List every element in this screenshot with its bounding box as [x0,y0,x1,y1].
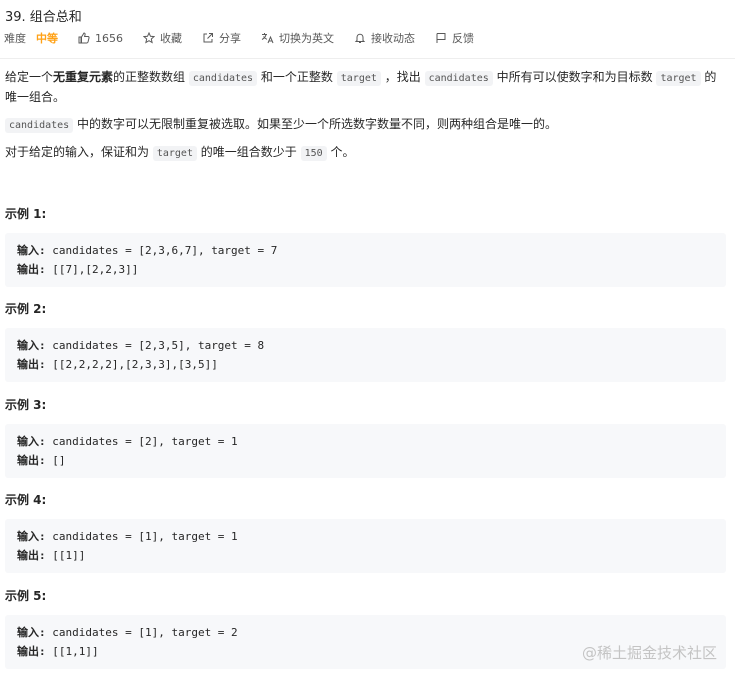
example-block: 输入: candidates = [1], target = 1 输出: [[1… [5,519,726,573]
switch-language-button[interactable]: 切换为英文 [261,30,334,46]
example-output: [[7],[2,2,3]] [45,263,139,276]
inline-code: target [336,71,381,86]
input-label: 输入: [17,530,46,543]
inline-code: candidates [5,118,74,133]
desc-text: 的唯一组合数少于 [200,145,297,159]
inline-code: target [152,146,197,161]
problem-meta-bar: 难度 中等 1656 收藏 分享 切换为英文 接收动态 反馈 [4,30,494,46]
example-title: 示例 2: [5,302,47,316]
example-input: candidates = [2,3,6,7], target = 7 [45,244,278,257]
desc-text: 和一个正整数 [260,70,333,84]
favorite-button[interactable]: 收藏 [143,30,182,46]
example-output: [] [45,454,66,467]
translate-icon [261,33,274,44]
inline-code: candidates [424,71,493,86]
watermark: @稀土掘金技术社区 [581,644,717,662]
thumbs-up-icon [78,32,90,44]
header-divider [0,58,735,59]
input-label: 输入: [17,339,46,352]
example-title: 示例 3: [5,398,47,412]
example-input: candidates = [2,3,5], target = 8 [45,339,265,352]
share-icon [203,33,213,43]
desc-text: 给定一个 [5,70,54,84]
description-paragraph-3: 对于给定的输入，保证和为 target 的唯一组合数少于 150 个。 [5,143,727,163]
problem-title: 39. 组合总和 [5,10,82,25]
switch-language-label: 切换为英文 [279,32,334,45]
inline-code: candidates [188,71,258,86]
input-label: 输入: [17,435,46,448]
description-paragraph-1: 给定一个无重复元素的正整数数组 candidates 和一个正整数 target… [5,68,727,107]
example-input: candidates = [2], target = 1 [45,435,238,448]
example-title: 示例 5: [5,589,47,603]
output-label: 输出: [17,549,46,562]
desc-text: 的正整数数组 [113,70,186,84]
desc-text: 中的数字可以无限制重复被选取。如果至少一个所选数字数量不同，则两种组合是唯一的。 [77,117,558,131]
example-title: 示例 4: [5,493,47,507]
difficulty-badge: 中等 [36,32,58,45]
output-label: 输出: [17,263,46,276]
desc-text: 中所有可以使数字和为目标数 [496,70,653,84]
description-paragraph-2: candidates 中的数字可以无限制重复被选取。如果至少一个所选数字数量不同… [5,115,727,135]
star-icon [143,32,155,44]
example-block: 输入: candidates = [2], target = 1 输出: [] [5,424,726,478]
example-input: candidates = [1], target = 2 [45,626,238,639]
example-input: candidates = [1], target = 1 [45,530,238,543]
like-count: 1656 [95,31,123,45]
example-output: [[2,2,2,2],[2,3,3],[3,5]] [45,358,218,371]
share-button[interactable]: 分享 [202,30,241,46]
desc-bold-text: 无重复元素 [53,70,114,84]
output-label: 输出: [17,358,46,371]
feedback-button[interactable]: 反馈 [435,30,474,46]
subscribe-button[interactable]: 接收动态 [354,30,415,46]
share-label: 分享 [219,32,241,45]
example-block: 输入: candidates = [2,3,5], target = 8 输出:… [5,328,726,382]
difficulty-label: 难度 [4,32,26,45]
output-label: 输出: [17,454,46,467]
desc-text: 对于给定的输入，保证和为 [5,145,150,159]
example-title: 示例 1: [5,207,47,221]
inline-code: 150 [300,146,327,161]
desc-text: ，找出 [384,70,421,84]
example-output: [[1]] [45,549,86,562]
bell-icon [354,33,366,43]
feedback-label: 反馈 [452,32,474,45]
favorite-label: 收藏 [160,32,182,45]
output-label: 输出: [17,645,46,658]
flag-icon [436,33,446,43]
problem-description: 给定一个无重复元素的正整数数组 candidates 和一个正整数 target… [5,68,727,171]
problem-page: 39. 组合总和 难度 中等 1656 收藏 分享 切换为英文 接收动态 反馈 … [0,0,735,681]
example-block: 输入: candidates = [2,3,6,7], target = 7 输… [5,233,726,287]
example-output: [[1,1]] [45,645,99,658]
desc-text: 个。 [330,145,355,159]
input-label: 输入: [17,626,46,639]
inline-code: target [656,71,701,86]
input-label: 输入: [17,244,46,257]
like-button[interactable]: 1656 [78,32,123,45]
subscribe-label: 接收动态 [371,32,415,45]
